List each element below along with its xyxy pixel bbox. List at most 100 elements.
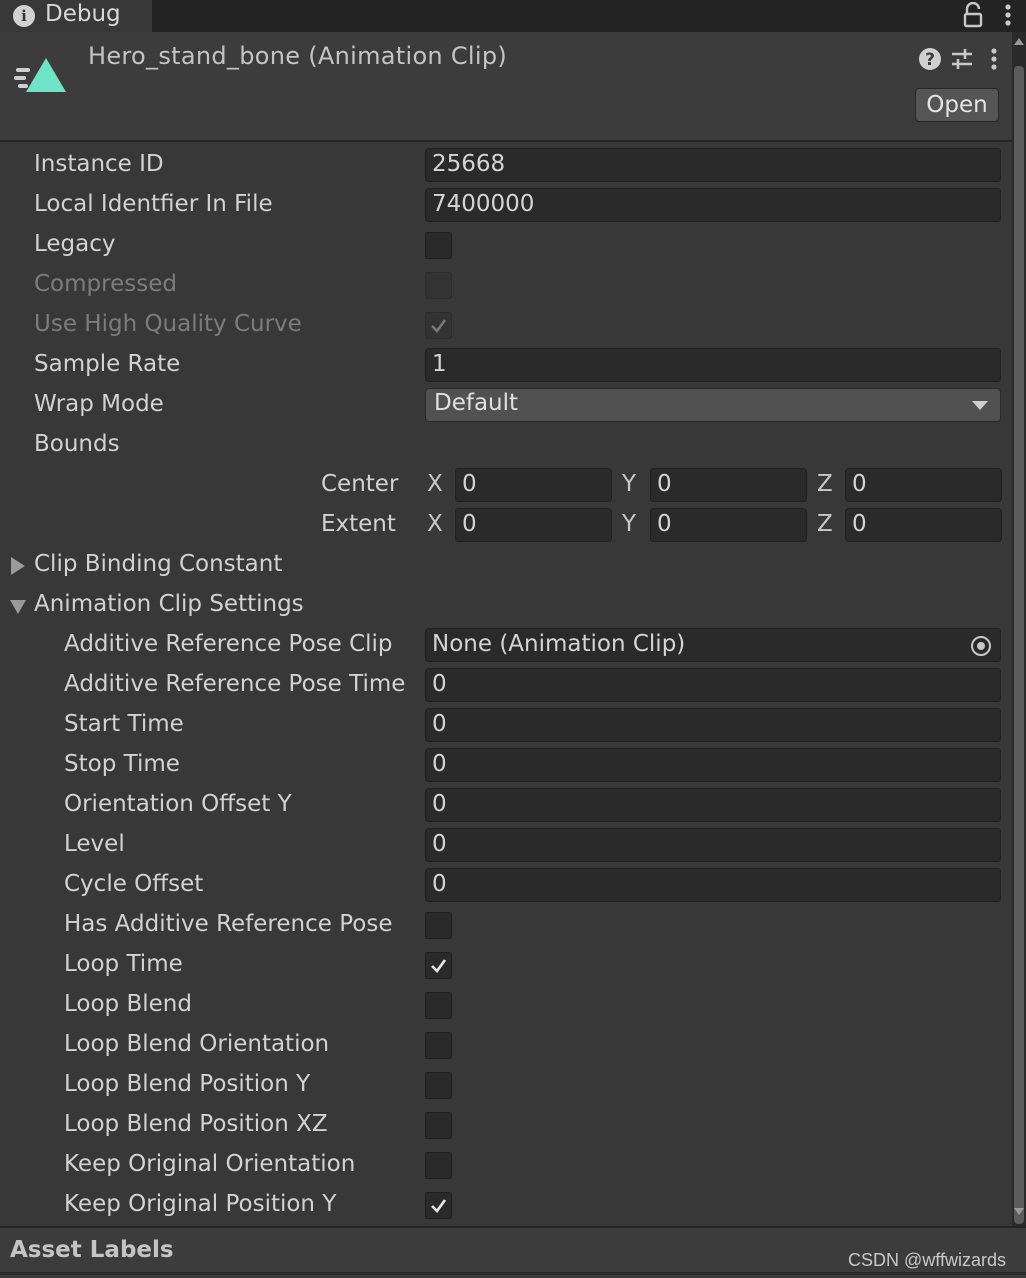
instance-id-value: 25668 bbox=[432, 151, 506, 177]
keep-orig-orientation-row: Keep Original Orientation bbox=[0, 1146, 1010, 1186]
clip-settings-foldout[interactable]: Animation Clip Settings bbox=[0, 586, 1010, 626]
additive-ref-clip-value: None (Animation Clip) bbox=[432, 631, 686, 657]
level-field[interactable]: 0 bbox=[425, 828, 1001, 862]
orientation-offset-label: Orientation Offset Y bbox=[64, 791, 292, 817]
clip-binding-foldout[interactable]: Clip Binding Constant bbox=[0, 546, 1010, 586]
center-x-value: 0 bbox=[462, 471, 477, 497]
keep-orig-orientation-checkbox[interactable] bbox=[425, 1152, 452, 1179]
compressed-checkbox bbox=[425, 272, 452, 299]
foldout-expanded-icon[interactable] bbox=[10, 600, 26, 614]
loop-blend-orientation-label: Loop Blend Orientation bbox=[64, 1031, 330, 1057]
local-identifier-value: 7400000 bbox=[432, 191, 535, 217]
asset-labels-title: Asset Labels bbox=[10, 1237, 174, 1263]
bounds-extent-row: Extent X 0 Y 0 Z 0 bbox=[0, 506, 1010, 546]
context-menu-icon[interactable] bbox=[984, 46, 1004, 72]
local-identifier-label: Local Identfier In File bbox=[34, 191, 273, 217]
extent-y-field[interactable]: 0 bbox=[650, 508, 807, 542]
preset-icon[interactable] bbox=[950, 46, 974, 72]
info-icon: i bbox=[13, 5, 35, 27]
level-value: 0 bbox=[432, 831, 447, 857]
checkmark-icon bbox=[431, 319, 446, 333]
scroll-thumb[interactable] bbox=[1014, 66, 1024, 1224]
scroll-up-arrow-icon[interactable] bbox=[1014, 38, 1024, 45]
loop-blend-pos-xz-label: Loop Blend Position XZ bbox=[64, 1111, 328, 1137]
center-z-value: 0 bbox=[852, 471, 867, 497]
instance-id-row: Instance ID 25668 bbox=[0, 146, 1010, 186]
tab-debug[interactable]: i Debug bbox=[0, 0, 152, 32]
loop-blend-pos-y-row: Loop Blend Position Y bbox=[0, 1066, 1010, 1106]
asset-title: Hero_stand_bone (Animation Clip) bbox=[88, 42, 508, 70]
stop-time-field[interactable]: 0 bbox=[425, 748, 1001, 782]
compressed-label: Compressed bbox=[34, 271, 177, 297]
loop-time-row: Loop Time bbox=[0, 946, 1010, 986]
additive-ref-time-field[interactable]: 0 bbox=[425, 668, 1001, 702]
cycle-offset-value: 0 bbox=[432, 871, 447, 897]
loop-blend-pos-xz-row: Loop Blend Position XZ bbox=[0, 1106, 1010, 1146]
loop-blend-pos-xz-checkbox[interactable] bbox=[425, 1112, 452, 1139]
extent-x-value: 0 bbox=[462, 511, 477, 537]
center-x-field[interactable]: 0 bbox=[455, 468, 612, 502]
center-y-field[interactable]: 0 bbox=[650, 468, 807, 502]
local-identifier-field[interactable]: 7400000 bbox=[425, 188, 1001, 222]
loop-blend-label: Loop Blend bbox=[64, 991, 192, 1017]
bounds-row: Bounds bbox=[0, 426, 1010, 466]
tab-bar: i Debug bbox=[0, 0, 1026, 32]
extent-z-field[interactable]: 0 bbox=[845, 508, 1002, 542]
clip-settings-label: Animation Clip Settings bbox=[34, 591, 304, 617]
help-icon[interactable]: ? bbox=[918, 47, 942, 71]
legacy-row: Legacy bbox=[0, 226, 1010, 266]
instance-id-label: Instance ID bbox=[34, 151, 164, 177]
has-additive-label: Has Additive Reference Pose bbox=[64, 911, 393, 937]
start-time-row: Start Time 0 bbox=[0, 706, 1010, 746]
additive-ref-clip-label: Additive Reference Pose Clip bbox=[64, 631, 393, 657]
additive-ref-time-label: Additive Reference Pose Time bbox=[64, 671, 406, 697]
foldout-collapsed-icon[interactable] bbox=[11, 557, 25, 575]
scrollbar[interactable] bbox=[1012, 32, 1026, 1226]
legacy-checkbox[interactable] bbox=[425, 232, 452, 259]
keep-orig-pos-y-checkbox[interactable] bbox=[425, 1192, 452, 1219]
tab-menu-icon[interactable] bbox=[998, 2, 1018, 28]
keep-orig-pos-y-label: Keep Original Position Y bbox=[64, 1191, 337, 1217]
loop-blend-pos-y-checkbox[interactable] bbox=[425, 1072, 452, 1099]
object-picker-icon[interactable] bbox=[970, 635, 992, 657]
sample-rate-field[interactable]: 1 bbox=[425, 348, 1001, 382]
loop-time-label: Loop Time bbox=[64, 951, 183, 977]
bounds-center-label: Center bbox=[321, 471, 399, 497]
loop-blend-pos-y-label: Loop Blend Position Y bbox=[64, 1071, 311, 1097]
extent-x-field[interactable]: 0 bbox=[455, 508, 612, 542]
cycle-offset-field[interactable]: 0 bbox=[425, 868, 1001, 902]
axis-x-label: X bbox=[427, 511, 443, 537]
wrap-mode-dropdown[interactable]: Default bbox=[425, 388, 1001, 422]
extent-y-value: 0 bbox=[657, 511, 672, 537]
instance-id-field[interactable]: 25668 bbox=[425, 148, 1001, 182]
dropdown-arrow-icon bbox=[972, 401, 988, 410]
loop-time-checkbox[interactable] bbox=[425, 952, 452, 979]
asset-labels-bar[interactable]: Asset Labels CSDN @wffwizards bbox=[0, 1226, 1026, 1278]
local-identifier-row: Local Identfier In File 7400000 bbox=[0, 186, 1010, 226]
inspector-header: Hero_stand_bone (Animation Clip) ? Open bbox=[0, 32, 1016, 142]
additive-ref-clip-field[interactable]: None (Animation Clip) bbox=[425, 628, 1001, 662]
start-time-field[interactable]: 0 bbox=[425, 708, 1001, 742]
animation-clip-icon bbox=[14, 58, 66, 92]
center-z-field[interactable]: 0 bbox=[845, 468, 1002, 502]
tab-label: Debug bbox=[45, 1, 121, 27]
has-additive-checkbox[interactable] bbox=[425, 912, 452, 939]
lock-icon[interactable] bbox=[962, 2, 984, 28]
sample-rate-row: Sample Rate 1 bbox=[0, 346, 1010, 386]
stop-time-value: 0 bbox=[432, 751, 447, 777]
keep-orig-orientation-label: Keep Original Orientation bbox=[64, 1151, 356, 1177]
use-hq-curve-label: Use High Quality Curve bbox=[34, 311, 302, 337]
loop-blend-checkbox[interactable] bbox=[425, 992, 452, 1019]
scroll-down-arrow-icon[interactable] bbox=[1014, 1208, 1024, 1215]
start-time-label: Start Time bbox=[64, 711, 184, 737]
orientation-offset-field[interactable]: 0 bbox=[425, 788, 1001, 822]
bounds-label: Bounds bbox=[34, 431, 120, 457]
loop-blend-row: Loop Blend bbox=[0, 986, 1010, 1026]
sample-rate-label: Sample Rate bbox=[34, 351, 181, 377]
loop-blend-orientation-checkbox[interactable] bbox=[425, 1032, 452, 1059]
clip-binding-label: Clip Binding Constant bbox=[34, 551, 283, 577]
open-button[interactable]: Open bbox=[915, 88, 999, 122]
keep-orig-pos-y-row: Keep Original Position Y bbox=[0, 1186, 1010, 1226]
additive-ref-time-value: 0 bbox=[432, 671, 447, 697]
svg-text:?: ? bbox=[925, 50, 935, 70]
